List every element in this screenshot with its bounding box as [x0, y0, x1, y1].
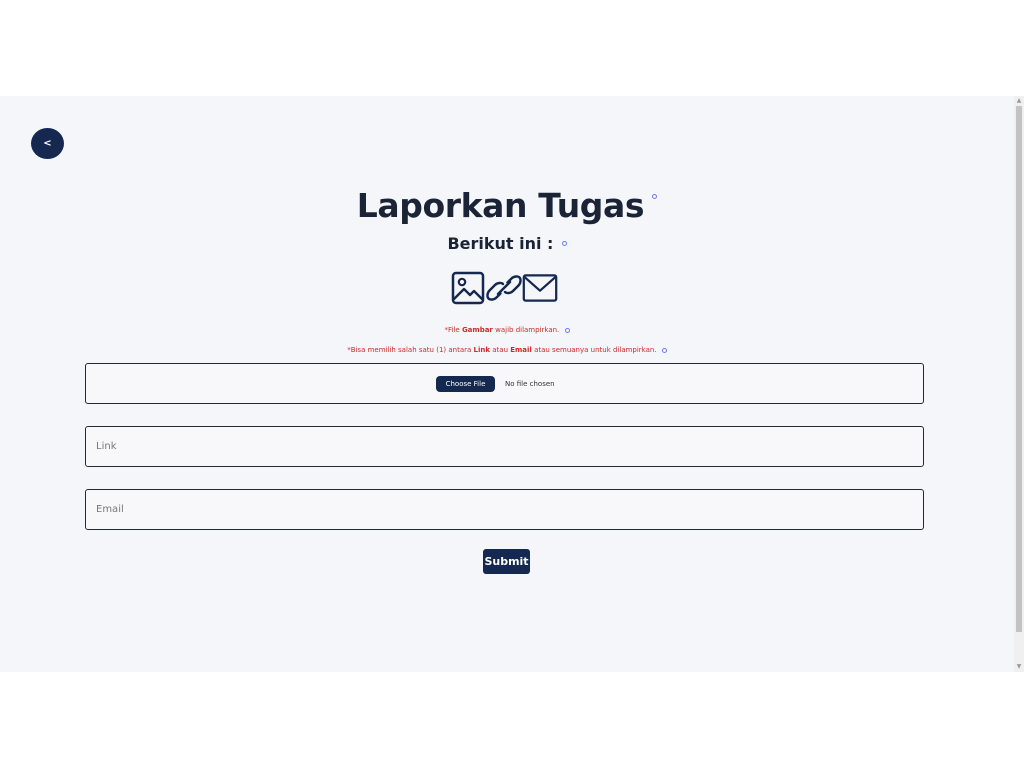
attachment-icons — [450, 270, 564, 306]
note-suffix: wajib dilampirkan. — [492, 326, 560, 334]
note-highlight-gambar: Gambar — [461, 326, 493, 334]
email-field[interactable] — [85, 489, 924, 530]
page-subtitle: Berikut ini : — [447, 234, 554, 253]
back-button[interactable]: < — [31, 128, 64, 159]
translate-icon[interactable] — [564, 327, 570, 333]
note-prefix: *File — [444, 326, 462, 334]
scroll-thumb[interactable] — [1016, 106, 1022, 632]
note-suffix: atau semuanya untuk dilampirkan. — [531, 346, 657, 354]
link-input[interactable] — [96, 427, 906, 466]
submit-button[interactable]: Submit — [483, 549, 530, 574]
translate-icon[interactable] — [652, 194, 658, 199]
translate-icon[interactable] — [661, 347, 667, 353]
note-middle: atau — [490, 346, 511, 354]
link-icon — [486, 270, 522, 306]
mail-icon — [522, 270, 562, 306]
file-picker[interactable]: Choose File No file chosen — [436, 376, 555, 392]
app-viewport: < Laporkan Tugas Berikut ini : *File Gam… — [0, 96, 1024, 672]
title-row: Laporkan Tugas — [0, 186, 1014, 226]
file-field[interactable]: Choose File No file chosen — [85, 363, 924, 404]
note-prefix: *Bisa memilih salah satu (1) antara — [347, 346, 474, 354]
scrollbar[interactable]: ▲ ▼ — [1014, 96, 1024, 672]
choose-file-button[interactable]: Choose File — [436, 376, 495, 392]
email-input[interactable] — [96, 490, 906, 529]
translate-icon[interactable] — [561, 241, 567, 246]
image-icon — [450, 270, 486, 306]
page-title: Laporkan Tugas — [356, 186, 645, 225]
file-required-note: *File Gambar wajib dilampirkan. — [0, 325, 1014, 335]
note-link: Link — [473, 346, 491, 354]
file-status: No file chosen — [505, 380, 555, 388]
link-field[interactable] — [85, 426, 924, 467]
scroll-up-icon[interactable]: ▲ — [1015, 97, 1023, 105]
scroll-down-icon[interactable]: ▼ — [1015, 663, 1023, 671]
note-email: Email — [510, 346, 532, 354]
subtitle-row: Berikut ini : — [0, 233, 1014, 255]
link-email-note: *Bisa memilih salah satu (1) antara Link… — [0, 345, 1014, 355]
